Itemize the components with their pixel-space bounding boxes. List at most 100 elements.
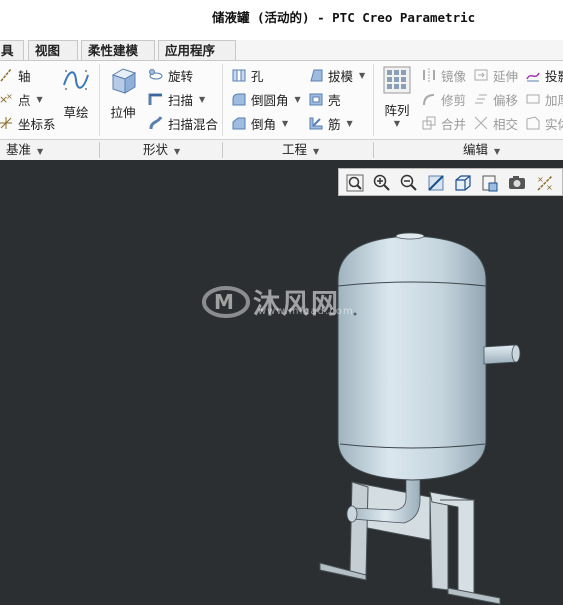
swept-blend-icon: [149, 116, 163, 130]
chevron-down-icon: ▼: [494, 147, 501, 156]
tank-vessel: [337, 232, 487, 481]
mirror-button[interactable]: 镜像: [421, 65, 466, 85]
merge-icon: [422, 116, 436, 130]
extrude-button[interactable]: 拉伸: [103, 65, 143, 121]
project-button[interactable]: 投影: [525, 65, 563, 85]
csys-button[interactable]: 坐标系: [0, 113, 56, 133]
group-shapes[interactable]: 形状 ▼: [143, 140, 180, 160]
separator: [222, 142, 223, 158]
rib-label: 筋: [328, 116, 341, 132]
solidify-icon: [526, 116, 540, 130]
chevron-down-icon: ▼: [359, 70, 366, 80]
project-label: 投影: [545, 68, 563, 84]
swept-blend-button[interactable]: 扫描混合: [148, 113, 218, 133]
revolve-icon: [149, 69, 163, 80]
point-button[interactable]: × × 点 ▼: [0, 89, 43, 109]
solidify-label: 实体: [545, 116, 563, 132]
tab-applications[interactable]: 应用程序: [158, 40, 236, 60]
group-editing[interactable]: 编辑 ▼: [463, 140, 500, 160]
sketch-label: 草绘: [63, 105, 89, 120]
swept-blend-label: 扫描混合: [168, 116, 219, 132]
window-title: 储液罐 (活动的) - PTC Creo Parametric: [212, 10, 476, 25]
group-engineering[interactable]: 工程 ▼: [282, 140, 319, 160]
intersect-icon: [474, 116, 488, 130]
extend-label: 延伸: [493, 68, 519, 84]
model-view[interactable]: [0, 160, 563, 605]
offset-label: 偏移: [493, 92, 519, 108]
title-bar: 储液罐 (活动的) - PTC Creo Parametric: [0, 0, 563, 40]
merge-button[interactable]: 合并: [421, 113, 466, 133]
trim-icon: [423, 94, 435, 106]
project-icon: [526, 72, 540, 82]
axis-button[interactable]: 轴: [0, 65, 31, 85]
round-icon: [232, 93, 246, 106]
sweep-icon: [148, 93, 162, 105]
chamfer-label: 倒角: [251, 116, 277, 132]
separator: [99, 64, 100, 136]
sweep-button[interactable]: 扫描 ▼: [148, 89, 205, 109]
group-datum[interactable]: 基准 ▼: [6, 140, 43, 160]
pattern-icon: [383, 66, 411, 94]
chevron-down-icon: ▼: [346, 118, 353, 128]
tab-tools[interactable]: 具: [0, 40, 24, 60]
draft-button[interactable]: 拔模 ▼: [308, 65, 365, 85]
pattern-button[interactable]: 阵列 ▼: [378, 65, 416, 128]
shell-button[interactable]: 壳: [308, 89, 341, 109]
intersect-label: 相交: [493, 116, 519, 132]
trim-label: 修剪: [441, 92, 467, 108]
extrude-label: 拉伸: [110, 105, 136, 120]
chevron-down-icon: ▼: [174, 147, 181, 156]
trim-button[interactable]: 修剪: [421, 89, 466, 109]
solidify-button[interactable]: 实体: [525, 113, 563, 133]
ribbon-tab-bar: 具 视图 柔性建模 应用程序: [0, 40, 563, 61]
chevron-down-icon: ▼: [393, 119, 401, 128]
mirror-icon: [423, 68, 435, 82]
revolve-button[interactable]: 旋转: [148, 65, 193, 85]
merge-label: 合并: [441, 116, 467, 132]
revolve-label: 旋转: [168, 68, 194, 84]
watermark-url: www.mfcad.com: [258, 306, 354, 317]
point-label: 点: [18, 92, 31, 108]
thicken-button[interactable]: 加厚: [525, 89, 563, 109]
chamfer-icon: [232, 117, 246, 130]
separator: [222, 64, 223, 136]
chevron-down-icon: ▼: [294, 94, 301, 104]
thicken-icon: [526, 94, 540, 104]
extend-icon: [474, 69, 488, 81]
hole-button[interactable]: 孔: [231, 65, 264, 85]
shell-label: 壳: [328, 92, 341, 108]
svg-text:M: M: [214, 290, 234, 314]
hole-label: 孔: [251, 68, 264, 84]
separator: [373, 64, 374, 136]
sweep-label: 扫描: [168, 92, 194, 108]
coordinate-system-icon: [0, 117, 12, 129]
csys-label: 坐标系: [18, 116, 56, 132]
tab-flexible-modeling[interactable]: 柔性建模: [81, 40, 155, 60]
side-nozzle: [483, 344, 521, 365]
chevron-down-icon: ▼: [199, 94, 206, 104]
chevron-down-icon: ▼: [313, 147, 320, 156]
draft-label: 拔模: [328, 68, 354, 84]
chamfer-button[interactable]: 倒角 ▼: [231, 113, 288, 133]
pattern-label: 阵列: [384, 103, 410, 118]
chevron-down-icon: ▼: [37, 147, 44, 156]
axis-label: 轴: [18, 68, 31, 84]
hole-icon: [232, 69, 246, 82]
tab-view[interactable]: 视图: [28, 40, 78, 60]
extend-button[interactable]: 延伸: [473, 65, 518, 85]
rib-icon: [309, 117, 323, 130]
point-icon: ××: [0, 92, 13, 106]
rib-button[interactable]: 筋 ▼: [308, 113, 353, 133]
separator: [373, 142, 374, 158]
separator: [99, 142, 100, 158]
ribbon: 轴 × × 点 ▼ 坐标系 草绘 拉伸 旋转 扫描 ▼ 扫描混合 孔 倒圆角 ▼…: [0, 61, 563, 139]
offset-icon: [475, 94, 487, 104]
offset-button[interactable]: 偏移: [473, 89, 518, 109]
extrude-icon: [111, 68, 137, 94]
chevron-down-icon: ▼: [282, 118, 289, 128]
intersect-button[interactable]: 相交: [473, 113, 518, 133]
thicken-label: 加厚: [545, 92, 563, 108]
sketch-icon: [63, 70, 89, 90]
round-button[interactable]: 倒圆角 ▼: [231, 89, 301, 109]
sketch-button[interactable]: 草绘: [56, 65, 96, 121]
